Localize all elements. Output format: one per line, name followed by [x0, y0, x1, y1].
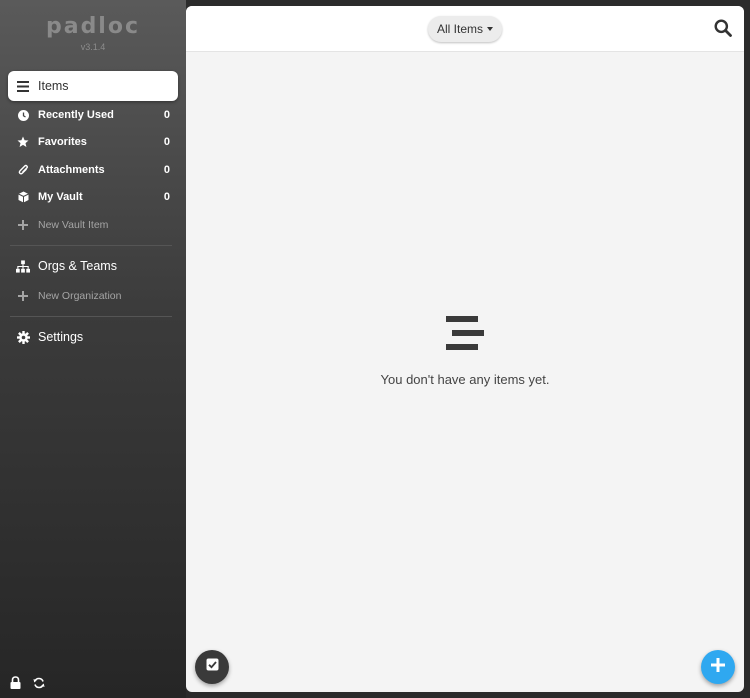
- search-icon[interactable]: [714, 19, 732, 42]
- items-filter-dropdown[interactable]: All Items: [428, 16, 502, 42]
- org-chart-icon: [16, 259, 30, 273]
- sidebar-item-label: New Organization: [38, 290, 122, 302]
- new-organization-button[interactable]: New Organization: [8, 282, 178, 310]
- checkbox-icon: [206, 658, 219, 676]
- item-count: 0: [163, 191, 170, 203]
- empty-state-message: You don't have any items yet.: [380, 372, 550, 387]
- list-icon: [446, 316, 484, 355]
- gear-icon: [16, 330, 30, 344]
- sidebar-item-items[interactable]: Items: [8, 71, 178, 101]
- sidebar-item-settings[interactable]: Settings: [8, 323, 178, 351]
- filter-label: All Items: [436, 22, 483, 36]
- sidebar-item-label: New Vault Item: [38, 219, 109, 231]
- sidebar-item-recently-used[interactable]: Recently Used 0: [8, 101, 178, 129]
- app-logo: padloc: [45, 14, 141, 39]
- lock-icon[interactable]: [10, 676, 21, 694]
- sidebar-item-label: Attachments: [38, 164, 105, 176]
- plus-icon: [711, 657, 725, 677]
- new-vault-item-button[interactable]: New Vault Item: [8, 211, 178, 239]
- add-item-button[interactable]: [701, 650, 735, 684]
- sidebar-item-label: Orgs & Teams: [38, 259, 117, 273]
- sidebar-item-label: Settings: [38, 330, 84, 344]
- paperclip-icon: [16, 163, 30, 177]
- sync-icon[interactable]: [33, 676, 45, 694]
- sidebar-divider: [10, 316, 172, 317]
- sidebar-item-label: Items: [38, 79, 69, 93]
- cube-icon: [16, 190, 30, 204]
- app-version: v3.1.4: [80, 42, 106, 52]
- sidebar-item-orgs-teams[interactable]: Orgs & Teams: [8, 252, 178, 280]
- sidebar-item-favorites[interactable]: Favorites 0: [8, 128, 178, 156]
- sidebar-item-label: Recently Used: [38, 109, 114, 121]
- item-count: 0: [163, 109, 170, 121]
- header-bar: All Items: [186, 6, 744, 52]
- sidebar: padloc v3.1.4 Items Recently Used 0 Favo…: [0, 0, 186, 698]
- plus-icon: [16, 289, 30, 303]
- plus-icon: [16, 218, 30, 232]
- sidebar-item-label: Favorites: [38, 136, 87, 148]
- star-icon: [16, 135, 30, 149]
- main-panel: All Items You don't have any items yet.: [186, 6, 744, 692]
- sidebar-item-my-vault[interactable]: My Vault 0: [8, 183, 178, 211]
- list-icon: [16, 79, 30, 93]
- sidebar-item-attachments[interactable]: Attachments 0: [8, 156, 178, 184]
- sidebar-item-label: My Vault: [38, 191, 83, 203]
- sidebar-divider: [10, 245, 172, 246]
- clock-icon: [16, 108, 30, 122]
- item-count: 0: [163, 164, 170, 176]
- caret-down-icon: [487, 27, 493, 31]
- item-count: 0: [163, 136, 170, 148]
- sidebar-footer: [10, 676, 45, 694]
- multi-select-button[interactable]: [195, 650, 229, 684]
